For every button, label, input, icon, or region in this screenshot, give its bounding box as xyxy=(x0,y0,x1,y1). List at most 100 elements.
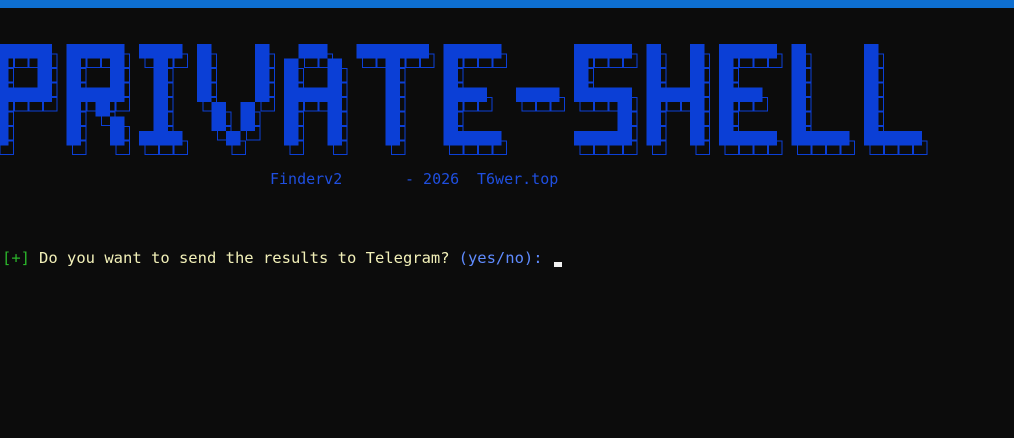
banner-block xyxy=(719,87,734,102)
banner-block xyxy=(0,87,9,102)
banner-block xyxy=(458,131,473,146)
banner-block xyxy=(443,73,458,88)
banner-block xyxy=(37,87,52,102)
banner-block xyxy=(864,87,879,102)
banner-block xyxy=(327,58,342,73)
banner-block xyxy=(719,102,734,117)
banner-block xyxy=(719,131,734,146)
banner-block xyxy=(762,131,777,146)
banner-block xyxy=(472,44,487,59)
banner-block xyxy=(153,73,168,88)
banner-block xyxy=(385,87,400,102)
banner-block xyxy=(617,102,632,117)
banner-block xyxy=(690,116,705,131)
banner-block xyxy=(646,131,661,146)
banner-block xyxy=(298,87,313,102)
banner-block xyxy=(0,102,9,117)
banner-block xyxy=(864,131,879,146)
banner-block xyxy=(588,131,603,146)
banner-block xyxy=(327,87,342,102)
banner-block xyxy=(820,131,835,146)
banner-block xyxy=(284,58,299,73)
banner-block xyxy=(327,131,342,146)
banner-block xyxy=(8,44,23,59)
banner-block xyxy=(690,131,705,146)
banner-block xyxy=(211,102,226,117)
banner-block xyxy=(791,102,806,117)
banner-block xyxy=(284,116,299,131)
banner-block xyxy=(400,44,415,59)
banner-block xyxy=(588,44,603,59)
banner-block xyxy=(443,87,458,102)
banner-block xyxy=(95,102,110,117)
prompt-question: Do you want to send the results to Teleg… xyxy=(39,249,450,267)
banner-block xyxy=(255,44,270,59)
banner-block xyxy=(385,116,400,131)
banner-block xyxy=(226,131,241,146)
banner-block xyxy=(791,116,806,131)
banner-block xyxy=(356,44,371,59)
window-title-bar xyxy=(0,0,1014,8)
banner-block xyxy=(574,58,589,73)
banner-block xyxy=(0,44,9,59)
banner-block xyxy=(37,58,52,73)
banner-block xyxy=(197,44,212,59)
banner-block xyxy=(284,87,299,102)
terminal-cursor[interactable] xyxy=(553,261,562,267)
banner-block xyxy=(690,58,705,73)
banner-block xyxy=(603,87,618,102)
terminal-prompt: [+] Do you want to send the results to T… xyxy=(2,249,562,267)
banner-block xyxy=(153,116,168,131)
banner-block xyxy=(545,87,560,102)
banner-block xyxy=(0,131,9,146)
banner-block xyxy=(864,102,879,117)
banner-block xyxy=(603,44,618,59)
banner-block xyxy=(110,87,125,102)
banner-block xyxy=(110,116,125,131)
banner-block xyxy=(603,131,618,146)
banner-art xyxy=(0,44,928,155)
banner-block xyxy=(23,87,38,102)
banner-block xyxy=(675,87,690,102)
banner-block xyxy=(153,44,168,59)
banner-block xyxy=(719,73,734,88)
banner-block xyxy=(153,131,168,146)
banner-block xyxy=(443,116,458,131)
banner-block xyxy=(371,44,386,59)
banner-block xyxy=(255,58,270,73)
banner-block xyxy=(661,87,676,102)
banner-block xyxy=(37,73,52,88)
banner-block xyxy=(168,131,183,146)
banner-block xyxy=(458,87,473,102)
banner-block xyxy=(646,58,661,73)
banner-block xyxy=(487,44,502,59)
banner-block xyxy=(197,73,212,88)
banner-block xyxy=(617,131,632,146)
banner-block xyxy=(617,44,632,59)
banner-block xyxy=(66,44,81,59)
banner-block xyxy=(197,58,212,73)
banner-block xyxy=(719,58,734,73)
banner-block xyxy=(864,44,879,59)
banner-block xyxy=(327,102,342,117)
banner-block xyxy=(385,73,400,88)
banner-block xyxy=(458,44,473,59)
banner-block xyxy=(255,73,270,88)
banner-block xyxy=(153,87,168,102)
banner-block xyxy=(574,73,589,88)
banner-block xyxy=(907,131,922,146)
banner-block xyxy=(0,116,9,131)
banner-block xyxy=(690,44,705,59)
prompt-options: (yes/no): xyxy=(458,249,543,267)
banner-block xyxy=(791,87,806,102)
banner-block xyxy=(748,87,763,102)
banner-block xyxy=(110,131,125,146)
banner-block xyxy=(443,102,458,117)
banner-block xyxy=(66,131,81,146)
banner-block xyxy=(574,131,589,146)
banner-block xyxy=(487,131,502,146)
banner-block xyxy=(646,44,661,59)
banner-block xyxy=(472,131,487,146)
banner-block xyxy=(878,131,893,146)
banner-block xyxy=(719,44,734,59)
